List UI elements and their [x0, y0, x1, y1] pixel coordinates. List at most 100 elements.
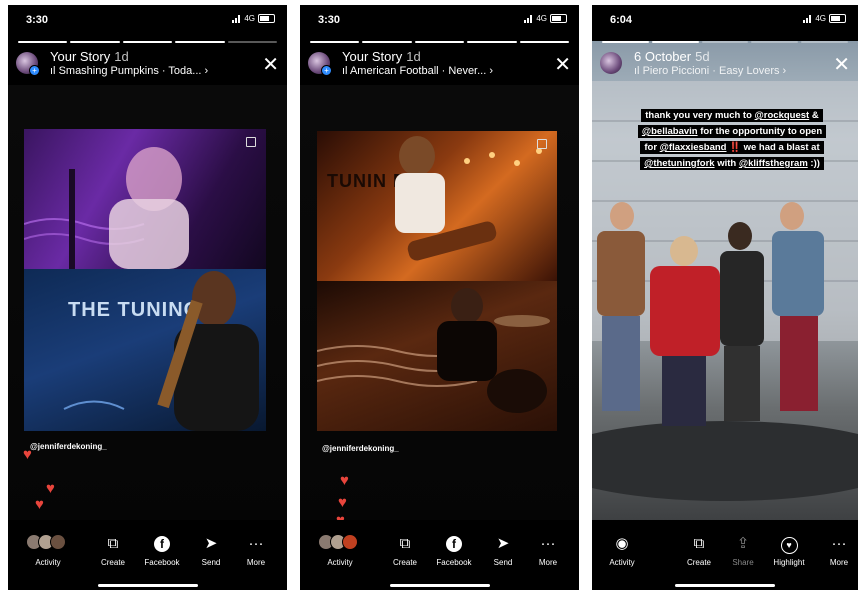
activity-button[interactable]: Activity [25, 534, 71, 567]
home-indicator [389, 584, 490, 587]
story-screen-2: 3:30 4G + Your Story 1d ıl American Footb… [300, 5, 579, 590]
home-indicator [675, 584, 775, 587]
more-icon: ··· [248, 535, 264, 552]
story-title: Your Story [342, 49, 403, 64]
activity-button[interactable]: ◉ Activity [599, 534, 645, 567]
story-header: 6 October 5d ıl Piero Piccioni · Easy Lov… [600, 49, 850, 85]
concert-photo-bottom [317, 281, 557, 431]
mention-tag[interactable]: @rockquest [755, 110, 810, 121]
more-icon: ··· [540, 535, 556, 552]
mention-tag[interactable]: @jenniferdekoning_ [30, 442, 107, 451]
story-age: 1d [406, 49, 421, 64]
mention-tag[interactable]: @flaxxiesband [660, 142, 727, 153]
guitarist-illustration [395, 136, 542, 261]
reels-icon: ⧉ [693, 535, 705, 552]
story-action-bar: Activity ⧉ Create f Facebook ➤ Send ··· … [300, 520, 579, 590]
status-time: 3:30 [26, 14, 49, 26]
facebook-button[interactable]: f Facebook [139, 534, 185, 567]
singer-illustration [24, 147, 189, 269]
more-button[interactable]: ··· More [816, 534, 858, 567]
music-icon: ıl [634, 65, 643, 77]
story-screen-3: 6:04 4G 6 October 5d ıl Piero Piccioni ·… [592, 5, 858, 590]
create-button[interactable]: ⧉ Create [382, 534, 428, 567]
music-icon: ıl [342, 65, 350, 77]
heart-icon: ♥ [35, 496, 44, 513]
reels-icon: ⧉ [107, 535, 119, 552]
eye-icon: ◉ [615, 535, 629, 552]
multi-photo-icon [537, 139, 547, 149]
network-label: 4G [244, 14, 255, 23]
music-icon: ıl [50, 65, 59, 77]
more-button[interactable]: ··· More [233, 534, 279, 567]
network-label: 4G [536, 14, 547, 23]
mention-tag[interactable]: @kliffsthegram [739, 158, 808, 169]
battery-icon [258, 14, 275, 23]
avatar[interactable]: + [308, 52, 332, 76]
concert-photo-top: TUNIN FO [317, 131, 557, 281]
signal-icon [232, 14, 241, 23]
story-progress [18, 41, 278, 43]
music-label[interactable]: ıl Smashing Pumpkins · Toda... › [50, 65, 250, 77]
home-indicator [97, 584, 198, 587]
close-button[interactable]: ✕ [554, 55, 571, 75]
network-label: 4G [815, 14, 826, 23]
story-title: 6 October [634, 49, 692, 64]
status-time: 6:04 [610, 14, 633, 26]
story-age: 1d [114, 49, 129, 64]
story-title: Your Story [50, 49, 111, 64]
story-progress [602, 41, 848, 43]
story-progress [310, 41, 570, 43]
story-header: + Your Story 1d ıl Smashing Pumpkins · To… [16, 49, 279, 85]
facebook-button[interactable]: f Facebook [431, 534, 477, 567]
story-screen-1: 3:30 4G + Your Story 1d ıl Smashing Pumpk… [8, 5, 287, 590]
share-button[interactable]: ⇪ Share [720, 534, 766, 567]
create-button[interactable]: ⧉ Create [90, 534, 136, 567]
viewer-avatars [317, 534, 363, 554]
multi-photo-icon [246, 137, 256, 147]
battery-icon [829, 14, 846, 23]
more-icon: ··· [831, 535, 847, 552]
story-age: 5d [695, 49, 710, 64]
signal-icon [524, 14, 533, 23]
share-icon: ⇪ [736, 535, 750, 552]
send-button[interactable]: ➤ Send [188, 534, 234, 567]
story-action-bar: Activity ⧉ Create f Facebook ➤ Send ··· … [8, 520, 287, 590]
concert-photo-bottom: THE TUNING [24, 269, 266, 431]
facebook-icon: f [431, 534, 477, 554]
heart-icon: ♥ [338, 494, 347, 511]
add-icon: + [321, 65, 332, 76]
mention-tag[interactable]: @thetuningfork [644, 158, 714, 169]
avatar[interactable] [600, 52, 622, 74]
create-button[interactable]: ⧉ Create [676, 534, 722, 567]
status-time: 3:30 [318, 14, 341, 26]
highlight-button[interactable]: ♥ Highlight [766, 534, 812, 567]
status-bar: 3:30 4G [8, 5, 287, 35]
highlight-heart-icon: ♥ [766, 534, 812, 554]
music-label[interactable]: ıl Piero Piccioni · Easy Lovers › [634, 65, 834, 77]
avatar[interactable]: + [16, 52, 40, 76]
activity-button[interactable]: Activity [317, 534, 363, 567]
send-icon: ➤ [204, 535, 218, 552]
status-bar: 3:30 4G [300, 5, 579, 35]
add-icon: + [29, 65, 40, 76]
double-exclamation-icon: ‼️ [726, 142, 741, 153]
music-label[interactable]: ıl American Football · Never... › [342, 65, 542, 77]
close-button[interactable]: ✕ [262, 55, 279, 75]
heart-icon: ♥ [23, 446, 32, 463]
more-button[interactable]: ··· More [525, 534, 571, 567]
guitarist-illustration [63, 271, 259, 431]
viewer-avatars [25, 534, 71, 554]
mention-tag[interactable]: @jenniferdekoning_ [322, 444, 399, 453]
facebook-icon: f [139, 534, 185, 554]
send-button[interactable]: ➤ Send [480, 534, 526, 567]
mention-tag[interactable]: @bellabavin [642, 126, 698, 137]
story-action-bar: ◉ Activity ⧉ Create ⇪ Share ♥ Highlight … [592, 520, 858, 590]
story-header: + Your Story 1d ıl American Football · Ne… [308, 49, 571, 85]
close-button[interactable]: ✕ [833, 55, 850, 75]
drummer-illustration [317, 288, 550, 413]
heart-icon: ♥ [340, 472, 349, 489]
reels-icon: ⧉ [399, 535, 411, 552]
signal-icon [803, 14, 812, 23]
status-bar: 6:04 4G [592, 5, 858, 35]
battery-icon [550, 14, 567, 23]
